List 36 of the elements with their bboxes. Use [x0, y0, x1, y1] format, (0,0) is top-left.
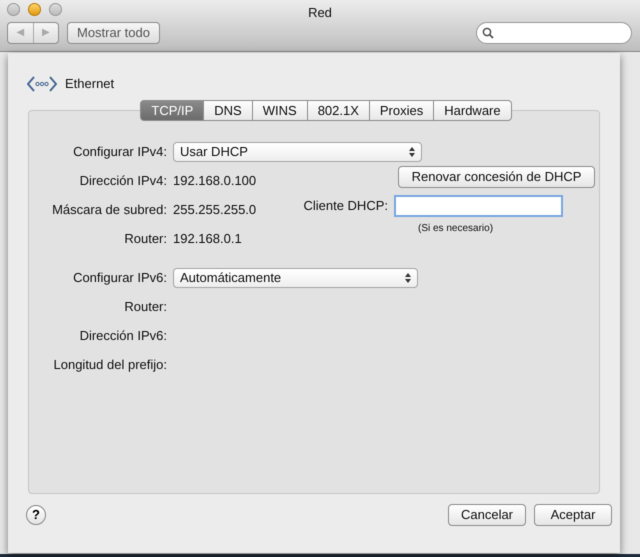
field-label: Dirección IPv4:: [78, 172, 168, 190]
popup-menu[interactable]: Automáticamente: [173, 268, 418, 288]
renew-dhcp-lease-button[interactable]: Renovar concesión de DHCP: [398, 166, 595, 188]
dialog-button[interactable]: Cancelar: [448, 504, 526, 526]
tab[interactable]: DNS: [204, 100, 253, 121]
field-value: 192.168.0.100: [173, 172, 256, 190]
field-label: Dirección IPv6:: [78, 326, 168, 345]
tab[interactable]: Proxies: [370, 100, 434, 121]
field-label: Configurar IPv4:: [72, 142, 168, 161]
tab[interactable]: TCP/IP: [140, 100, 204, 121]
dhcp-client-field[interactable]: [394, 195, 563, 217]
search-icon: [482, 27, 494, 39]
tab[interactable]: WINS: [252, 100, 308, 121]
search-field[interactable]: [476, 22, 632, 44]
popup-menu[interactable]: Usar DHCP: [173, 142, 422, 162]
field-value: 192.168.0.1: [173, 230, 242, 248]
tab[interactable]: 802.1X: [308, 100, 370, 121]
field-label: Router:: [123, 230, 168, 248]
close-window-icon[interactable]: [7, 3, 20, 16]
tab[interactable]: Hardware: [434, 100, 512, 121]
show-all-button[interactable]: Mostrar todo: [67, 22, 160, 44]
help-button[interactable]: ?: [26, 505, 46, 525]
window-title: Red: [308, 5, 332, 20]
minimize-window-icon[interactable]: [28, 3, 41, 16]
updown-arrows-icon: [405, 272, 411, 282]
service-name: Ethernet: [65, 75, 114, 94]
hint-text: (Si es necesario): [418, 223, 494, 234]
updown-arrows-icon: [409, 146, 415, 156]
field-label: Router:: [123, 298, 168, 316]
field-label: Longitud del prefijo:: [52, 356, 168, 374]
dialog-button[interactable]: Aceptar: [534, 504, 612, 526]
zoom-window-icon[interactable]: [49, 3, 62, 16]
field-label: Cliente DHCP:: [302, 197, 389, 216]
field-label: Configurar IPv6:: [72, 268, 168, 287]
field-value: 255.255.255.0: [173, 200, 256, 219]
field-label: Máscara de subred:: [51, 200, 168, 219]
